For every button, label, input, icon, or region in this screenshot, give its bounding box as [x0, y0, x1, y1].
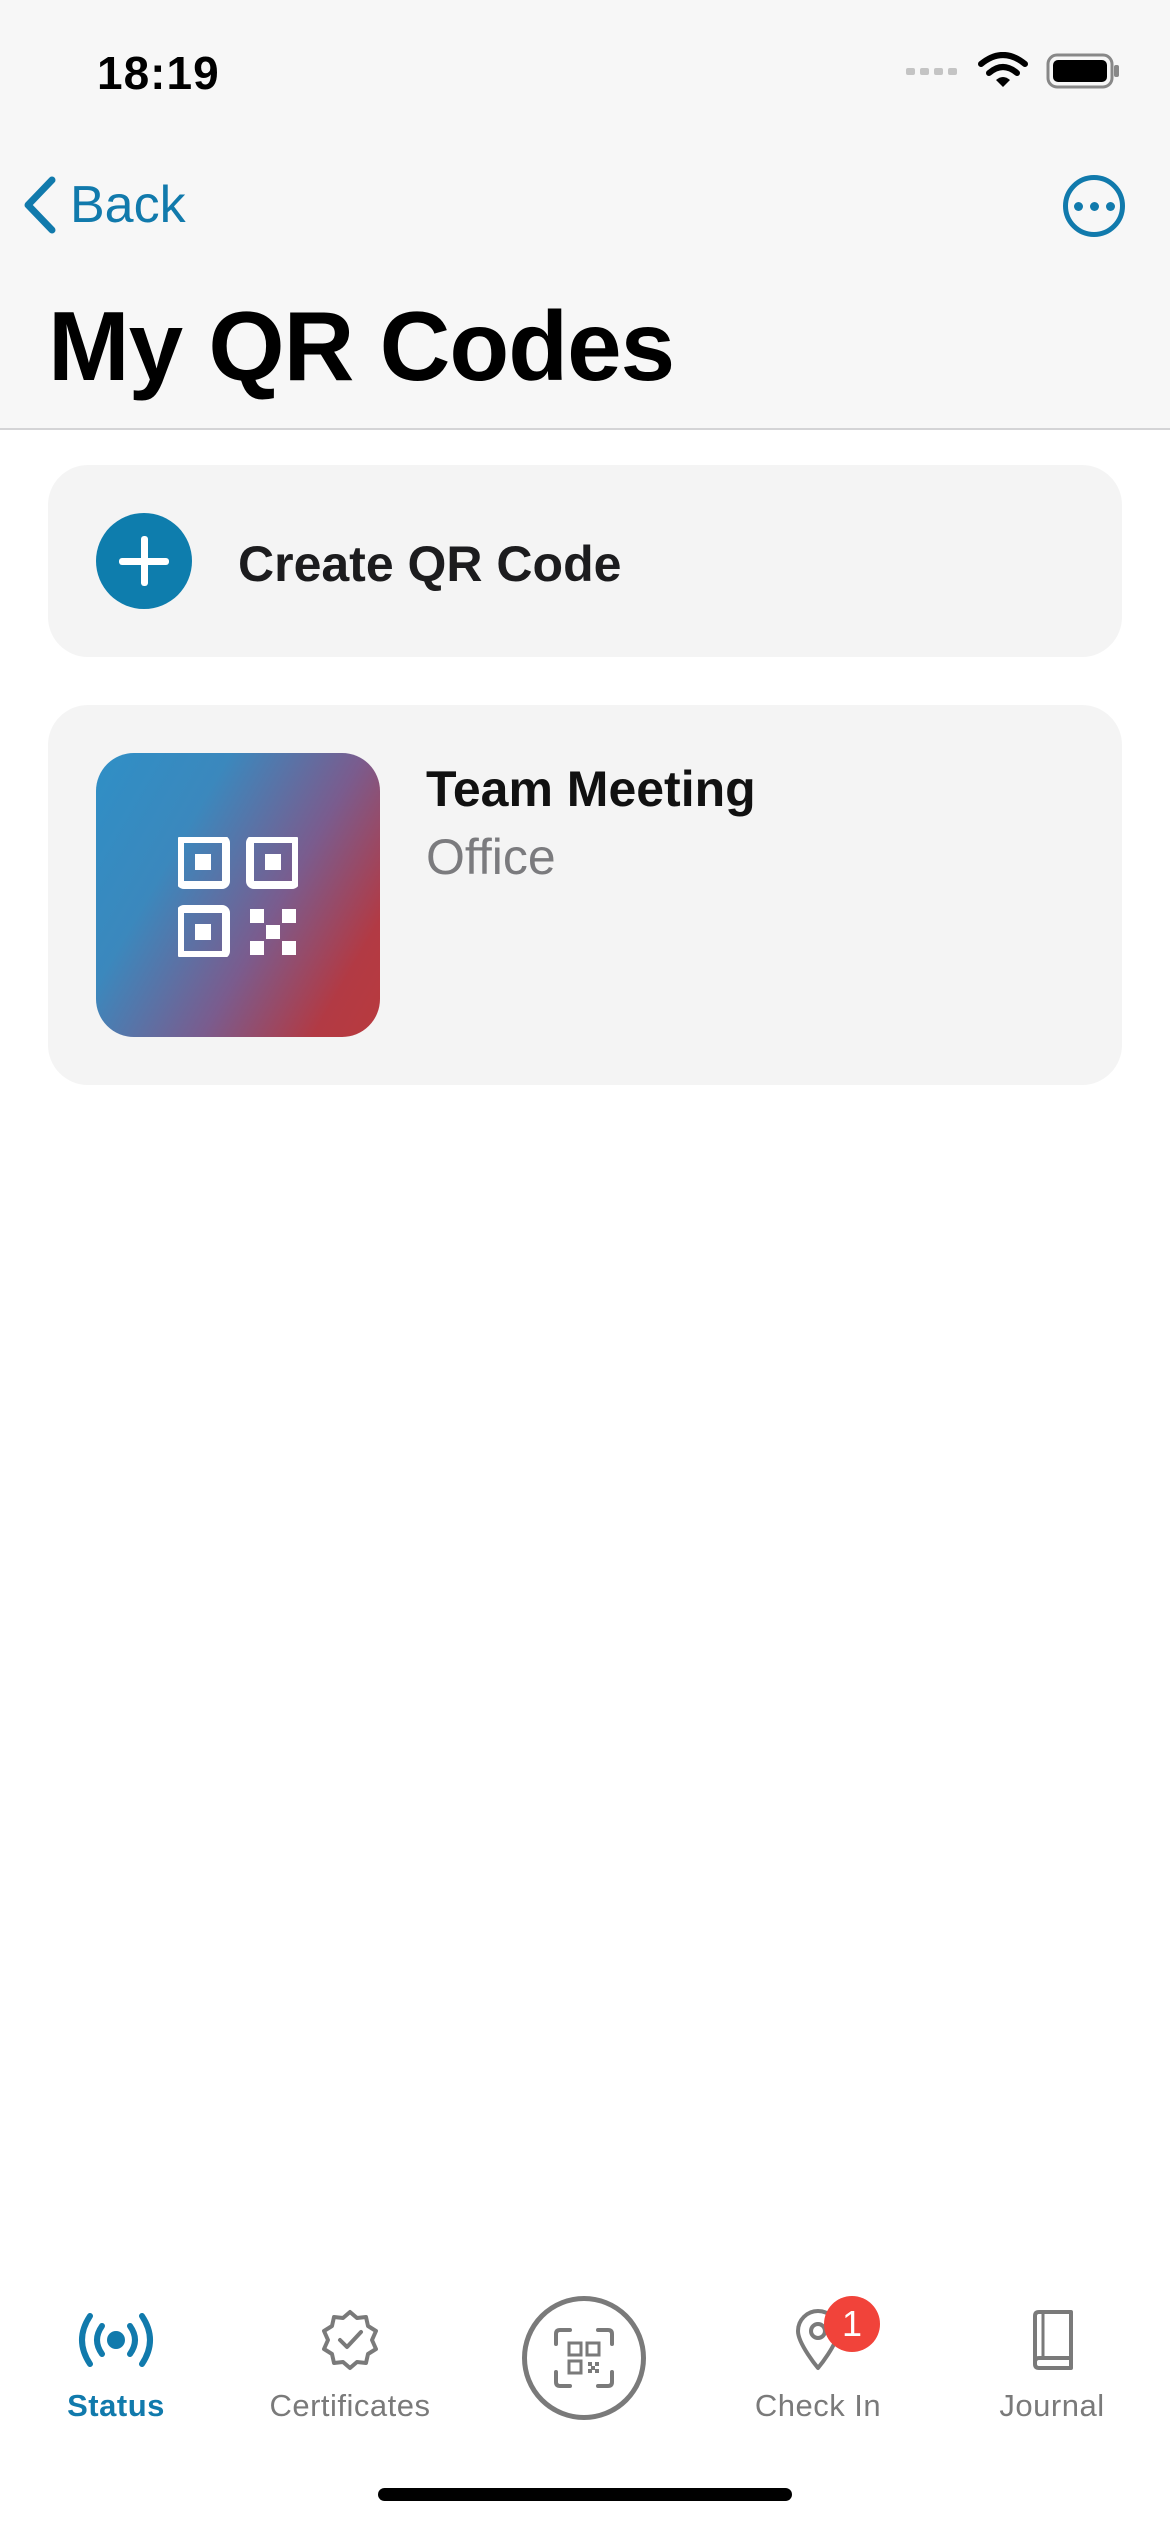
qr-code-subtitle: Office [426, 829, 556, 885]
qr-scan-icon [554, 2328, 614, 2388]
create-qr-code-label: Create QR Code [238, 536, 622, 592]
tab-journal-label: Journal [999, 2388, 1105, 2423]
status-icons [906, 52, 1120, 90]
more-options-button[interactable] [1063, 175, 1125, 237]
status-time: 18:19 [97, 47, 220, 99]
certificate-check-icon [322, 2310, 378, 2370]
tab-check-in-icon-wrap: 1 [708, 2296, 928, 2380]
check-in-badge: 1 [824, 2296, 880, 2352]
tab-status-icon-wrap [6, 2300, 226, 2380]
back-label: Back [70, 176, 186, 234]
cellular-signal-icon [906, 68, 957, 75]
book-icon [1033, 2310, 1073, 2370]
qr-code-thumbnail [96, 753, 380, 1037]
tab-status[interactable]: Status [6, 2300, 226, 2424]
qr-code-title: Team Meeting [426, 761, 756, 817]
tab-certificates-icon-wrap [240, 2300, 460, 2380]
tab-check-in-label: Check In [754, 2388, 882, 2423]
navigation-header: 18:19 Back My QR Codes [0, 0, 1170, 430]
wifi-icon [978, 52, 1028, 87]
tab-certificates[interactable]: Certificates [240, 2300, 460, 2424]
chevron-left-icon [24, 176, 56, 234]
tab-journal-icon-wrap [942, 2300, 1162, 2380]
broadcast-icon [79, 2313, 153, 2367]
tab-status-label: Status [67, 2388, 165, 2423]
qr-code-icon [178, 837, 298, 957]
ellipsis-dot [1105, 201, 1115, 211]
scan-qr-button[interactable] [522, 2296, 646, 2420]
back-button[interactable]: Back [22, 170, 186, 240]
page-title: My QR Codes [48, 291, 675, 401]
create-qr-code-button[interactable]: Create QR Code [48, 465, 1122, 657]
ellipsis-icon [1073, 201, 1083, 211]
tab-journal[interactable]: Journal [942, 2300, 1162, 2424]
tab-certificates-label: Certificates [269, 2388, 431, 2423]
plus-circle-icon [96, 513, 192, 609]
qr-code-list-item[interactable]: Team Meeting Office [48, 705, 1122, 1085]
ellipsis-dot [1089, 201, 1099, 211]
battery-icon [1046, 53, 1119, 89]
home-indicator[interactable] [378, 2488, 792, 2501]
tab-check-in[interactable]: 1 Check In [708, 2296, 928, 2424]
